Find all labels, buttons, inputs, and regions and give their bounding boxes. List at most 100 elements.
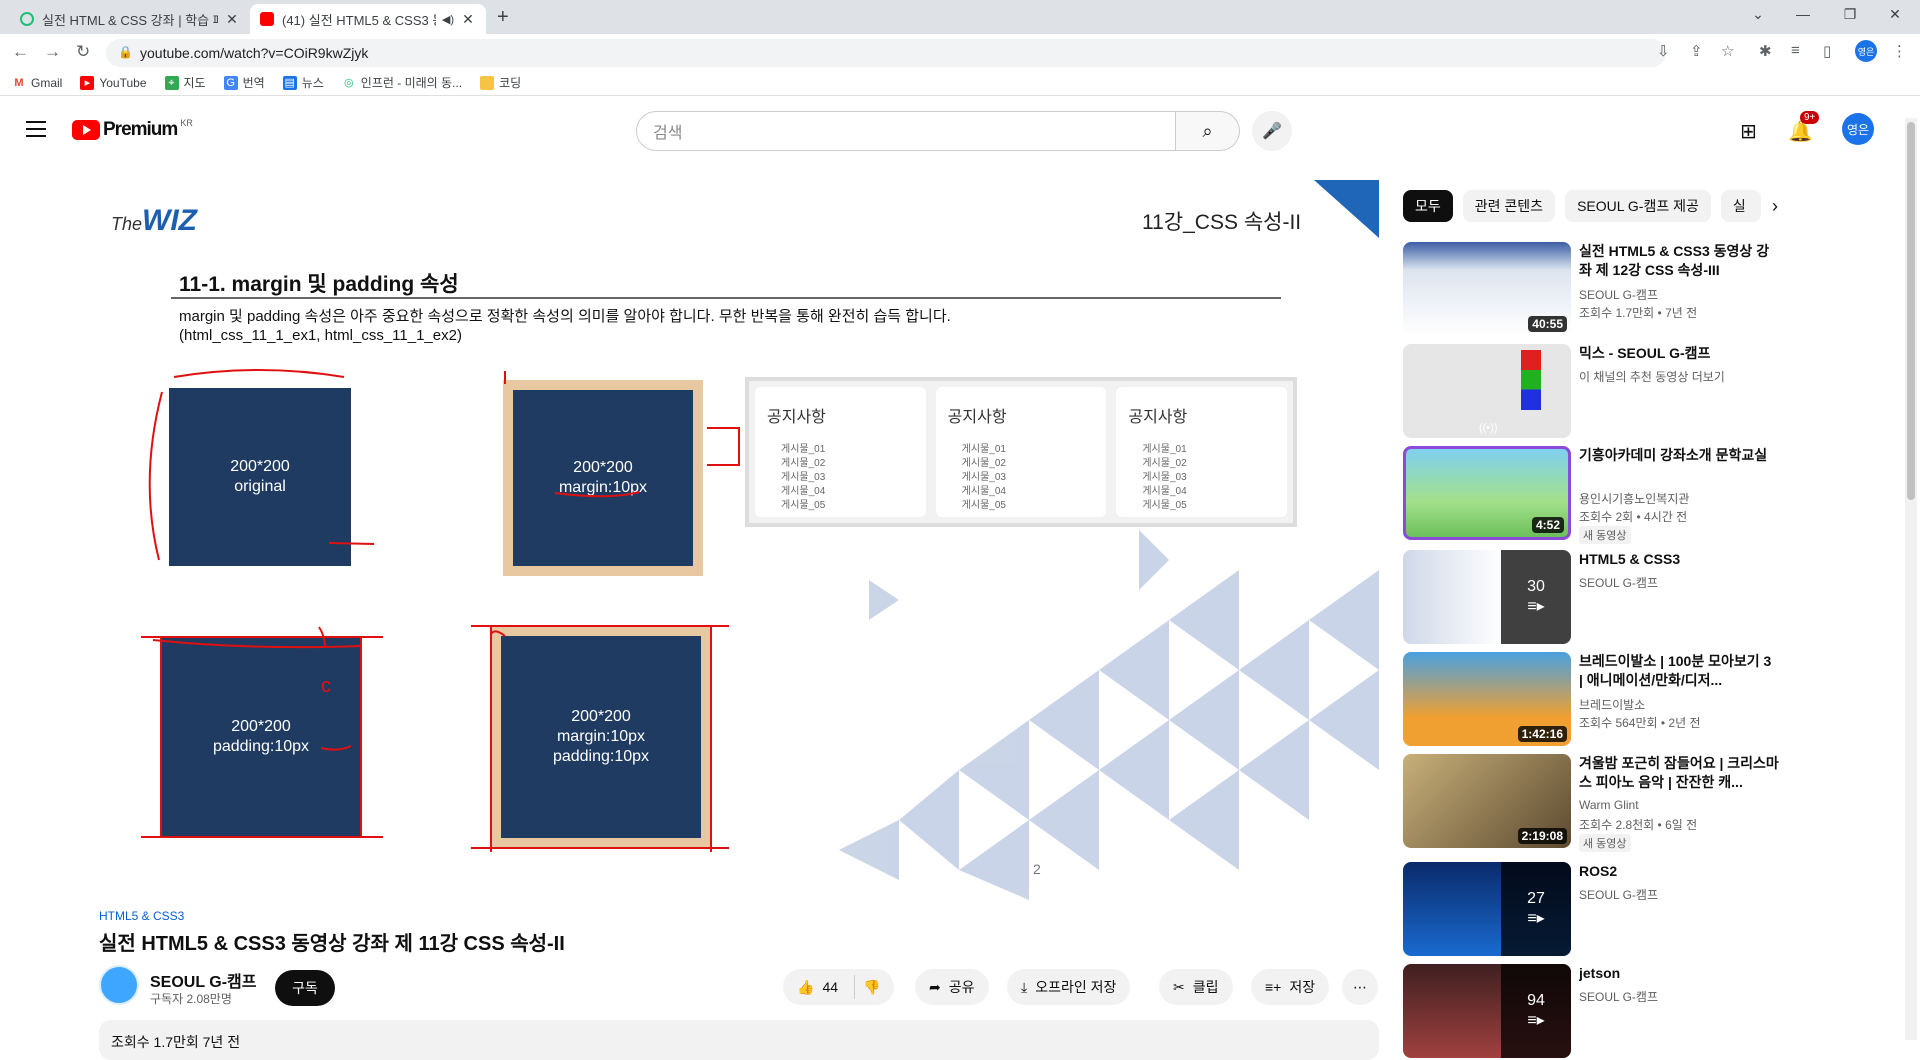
clip-button[interactable]: ✂ 클립	[1159, 969, 1233, 1005]
subscriber-count: 구독자 2.08만명	[150, 992, 232, 1006]
download-button[interactable]: ⤓ 오프라인 저장	[1007, 969, 1131, 1005]
tab-bar: 실전 HTML & CSS 강좌 | 학습 페이지 ✕ (41) 실전 HTML…	[0, 0, 1920, 34]
rec-item[interactable]: 2:19:08 겨울밤 포근히 잠들어요 | 크리스마스 피아노 음악 | 잔잔…	[1403, 754, 1783, 852]
folder-icon	[480, 75, 495, 90]
playlist-icon: ≡▸	[1527, 1012, 1545, 1029]
back-icon[interactable]: ←	[12, 42, 29, 62]
rec-item[interactable]: 27 ≡▸ ROS2 SEOUL G-캠프	[1403, 862, 1783, 958]
playlist-icon: ≡▸	[1527, 598, 1545, 615]
new-tab-button[interactable]: +	[497, 6, 509, 29]
create-video-icon[interactable]: ⊞	[1740, 119, 1757, 144]
browser-toolbar: ← → ↻ 🔒 youtube.com/watch?v=COiR9kwZjyk …	[0, 34, 1920, 70]
rec-item[interactable]: 40:55 실전 HTML5 & CSS3 동영상 강좌 제 12강 CSS 속…	[1403, 242, 1783, 338]
address-bar[interactable]: 🔒 youtube.com/watch?v=COiR9kwZjyk	[106, 39, 1666, 67]
tab-title: (41) 실전 HTML5 & CSS3 동영상	[282, 12, 436, 28]
share-button[interactable]: ➦ 공유	[915, 969, 989, 1005]
rec-item[interactable]: 30 ≡▸ HTML5 & CSS3 SEOUL G-캠프	[1403, 550, 1783, 646]
account-avatar[interactable]: 영은	[1842, 113, 1874, 145]
bookmark-inflearn[interactable]: ◎ 인프런 - 미래의 동...	[342, 74, 462, 91]
chip-all[interactable]: 모두	[1403, 190, 1453, 222]
menu-icon[interactable]: ⋮	[1892, 42, 1907, 60]
bookmark-translate[interactable]: G 번역	[223, 74, 265, 91]
rec-item[interactable]: 94 ≡▸ jetson SEOUL G-캠프	[1403, 964, 1783, 1060]
close-tab-icon[interactable]: ✕	[460, 11, 476, 28]
bookmarks-bar: M Gmail ▸ YouTube ⌖ 지도 G 번역 ▤ 뉴스 ◎ 인프런 - 미래의 동…	[0, 70, 1920, 96]
install-icon[interactable]: ⇩	[1657, 42, 1670, 60]
forward-icon[interactable]: →	[44, 42, 61, 62]
chip-channel[interactable]: SEOUL G-캠프 제공	[1565, 190, 1711, 222]
close-window-button[interactable]: ✕	[1885, 6, 1905, 23]
mic-icon: 🎤	[1262, 123, 1282, 140]
chevron-right-icon[interactable]: ›	[1772, 196, 1778, 217]
playlist-icon: ≡▸	[1527, 910, 1545, 927]
extensions-icon[interactable]: ✱	[1759, 42, 1772, 60]
notice-card: 공지사항 게시물_01 게시물_02 게시물_03 게시물_04 게시물_05	[755, 387, 926, 517]
youtube-icon	[260, 12, 274, 26]
bookmark-maps[interactable]: ⌖ 지도	[164, 74, 206, 91]
playlist-thumbnail[interactable]: 27 ≡▸	[1403, 862, 1571, 956]
like-button[interactable]: 👍 44 👎	[783, 969, 895, 1005]
description-box[interactable]: 조회수 1.7만회 7년 전	[99, 1020, 1379, 1060]
youtube-icon: ▸	[80, 75, 95, 90]
bookmark-star-icon[interactable]: ☆	[1721, 42, 1734, 60]
playlist-thumbnail[interactable]: 94 ≡▸	[1403, 964, 1571, 1058]
notice-example: 공지사항 게시물_01 게시물_02 게시물_03 게시물_04 게시물_05 공지사항…	[745, 377, 1297, 527]
bookmark-news[interactable]: ▤ 뉴스	[282, 74, 324, 91]
gmail-icon: M	[14, 76, 24, 89]
video-player[interactable]: TheWIZ 11강_CSS 속성-II 11-1. margin 및 padd…	[99, 180, 1379, 900]
news-icon: ▤	[282, 75, 297, 90]
page-scrollbar[interactable]	[1905, 118, 1917, 1040]
share-arrow-icon: ➦	[929, 978, 941, 995]
playlist-overlay: 30 ≡▸	[1501, 550, 1571, 644]
more-icon: ⋯	[1353, 978, 1367, 995]
save-button[interactable]: ≡+ 저장	[1251, 969, 1330, 1005]
tab-youtube[interactable]: (41) 실전 HTML5 & CSS3 동영상 ◀) ✕	[250, 4, 486, 34]
minimize-button[interactable]: —	[1793, 6, 1813, 22]
url-text: youtube.com/watch?v=COiR9kwZjyk	[140, 45, 369, 61]
scrollbar-thumb[interactable]	[1907, 122, 1915, 500]
video-thumbnail[interactable]: 4:52	[1403, 446, 1571, 540]
bookmark-gmail[interactable]: M Gmail	[12, 76, 62, 90]
lock-icon: 🔒	[118, 45, 133, 59]
media-icon[interactable]: ≡	[1791, 42, 1800, 59]
channel-avatar[interactable]	[99, 965, 139, 1005]
reload-icon[interactable]: ↻	[76, 42, 90, 62]
tab-search-icon[interactable]: ⌄	[1748, 6, 1768, 23]
close-tab-icon[interactable]: ✕	[224, 11, 240, 28]
inflearn-icon: ◎	[343, 76, 354, 89]
share-icon[interactable]: ⇪	[1690, 42, 1703, 60]
inflearn-icon	[20, 12, 34, 26]
menu-hamburger-icon[interactable]	[26, 121, 46, 142]
filter-chips: 모두 관련 콘텐츠 SEOUL G-캠프 제공 실	[1403, 190, 1761, 222]
playlist-add-icon: ≡+	[1265, 979, 1282, 995]
bookmark-youtube[interactable]: ▸ YouTube	[80, 75, 147, 90]
search-button[interactable]: ⌕	[1176, 111, 1240, 151]
playlist-thumbnail[interactable]: 30 ≡▸	[1403, 550, 1571, 644]
search-icon: ⌕	[1202, 120, 1213, 141]
youtube-logo[interactable]: Premium KR	[72, 118, 193, 141]
scissors-icon: ✂	[1173, 978, 1185, 995]
restore-button[interactable]: ❐	[1840, 6, 1860, 23]
profile-avatar[interactable]: 영은	[1855, 40, 1877, 62]
more-actions-button[interactable]: ⋯	[1342, 969, 1378, 1005]
video-thumbnail[interactable]: 2:19:08	[1403, 754, 1571, 848]
thumbs-up-icon: 👍	[797, 978, 815, 995]
video-thumbnail[interactable]: 40:55	[1403, 242, 1571, 336]
voice-search-button[interactable]: 🎤	[1252, 111, 1292, 151]
video-thumbnail[interactable]: 1:42:16	[1403, 652, 1571, 746]
rec-item[interactable]: 4:52 기흥아카데미 강좌소개 문학교실 용인시기흥노인복지관 조회수 2회 …	[1403, 446, 1783, 544]
sidepanel-icon[interactable]: ▯	[1823, 42, 1831, 60]
speaker-icon[interactable]: ◀)	[442, 13, 454, 26]
rec-item[interactable]: 1:42:16 브레드이발소 | 100분 모아보기 3 | 애니메이션/만화/…	[1403, 652, 1783, 748]
bookmark-folder-coding[interactable]: 코딩	[480, 74, 521, 91]
thumbs-down-icon[interactable]: 👎	[863, 979, 880, 996]
chip-related[interactable]: 관련 콘텐츠	[1462, 190, 1556, 222]
subscribe-button[interactable]: 구독	[275, 970, 335, 1006]
tab-course[interactable]: 실전 HTML & CSS 강좌 | 학습 페이지 ✕	[10, 4, 250, 34]
search-input[interactable]: 검색	[636, 111, 1176, 151]
video-category-link[interactable]: HTML5 & CSS3	[99, 909, 184, 923]
video-thumbnail[interactable]: ((•))	[1403, 344, 1571, 438]
chip-more[interactable]: 실	[1720, 190, 1761, 222]
channel-name[interactable]: SEOUL G-캠프	[150, 968, 257, 992]
rec-item[interactable]: ((•)) 믹스 - SEOUL G-캠프 이 채널의 추천 동영상 더보기	[1403, 344, 1783, 440]
